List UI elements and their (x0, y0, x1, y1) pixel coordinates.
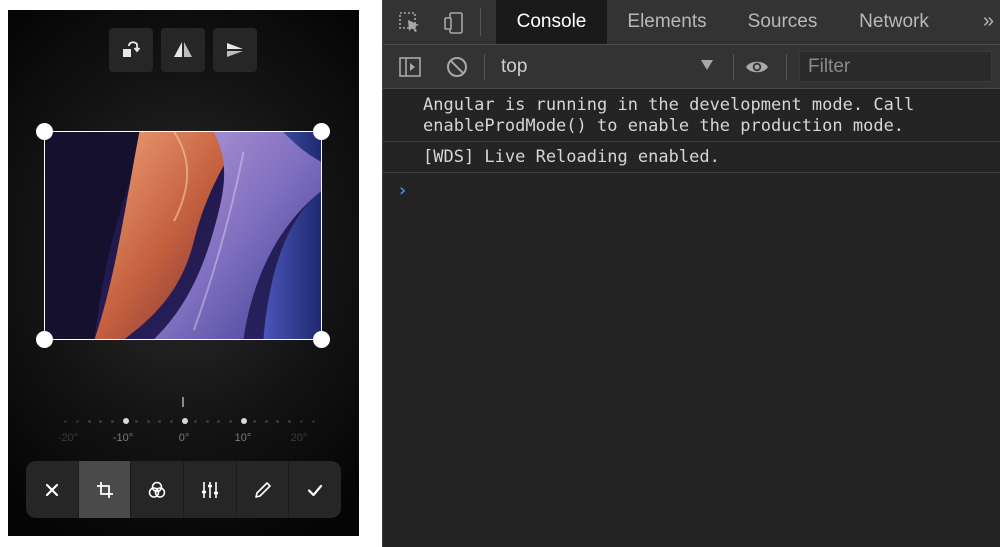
rotation-major-tick (123, 418, 129, 424)
rotation-tick (158, 420, 162, 423)
confirm-button[interactable] (289, 461, 341, 518)
tab-separator (480, 8, 481, 36)
rotation-tick (146, 420, 150, 423)
tab-network[interactable]: Network (838, 0, 950, 44)
devtools-tab-bar: Console Elements Sources Network » (383, 0, 1000, 45)
rotation-label-20: 20° (290, 432, 308, 444)
filters-button[interactable] (131, 461, 185, 518)
flip-vertical-icon (227, 43, 243, 57)
flip-vertical-button[interactable] (213, 28, 257, 72)
rotation-tick (276, 420, 280, 423)
rotation-tick (229, 420, 233, 423)
toolbar-separator (733, 54, 734, 80)
crop-area[interactable] (36, 123, 330, 348)
rotation-tick (193, 420, 197, 423)
rotation-major-tick (182, 418, 188, 424)
rotation-tick (75, 420, 79, 423)
flip-horizontal-button[interactable] (161, 28, 205, 72)
toolbar-separator (484, 54, 485, 80)
rotation-indicator (182, 397, 184, 407)
context-value: top (501, 56, 528, 77)
rotation-labels: -20° -10° 0° 10° 20° (8, 432, 359, 446)
devtools-panel: Console Elements Sources Network » top F… (382, 0, 1000, 547)
crop-image (44, 131, 322, 340)
sliders-icon (201, 481, 218, 498)
show-sidebar-button[interactable] (397, 54, 423, 80)
flip-horizontal-icon (174, 42, 192, 57)
rotate-icon (123, 41, 141, 57)
rotation-tick (170, 420, 174, 423)
console-message: [WDS] Live Reloading enabled. (383, 142, 1000, 173)
draw-button[interactable] (237, 461, 290, 518)
transform-toolbar (109, 28, 257, 72)
cancel-button[interactable] (26, 461, 79, 518)
pencil-icon (254, 481, 271, 498)
device-toolbar-button[interactable] (441, 10, 467, 36)
rotation-label-0: 0° (178, 432, 190, 444)
image-editor: -20° -10° 0° 10° 20° (8, 10, 359, 536)
console-output: Angular is running in the development mo… (383, 89, 1000, 547)
device-mode-icon (444, 12, 463, 34)
rotation-tick (217, 420, 221, 423)
adjustments-button[interactable] (184, 461, 237, 518)
tab-console[interactable]: Console (496, 0, 607, 44)
inspect-element-button[interactable] (397, 10, 423, 36)
live-expression-button[interactable] (744, 54, 770, 80)
rotation-tick (300, 420, 303, 423)
rotation-tick (134, 420, 138, 423)
filter-input[interactable] (799, 51, 992, 82)
context-select[interactable]: top (501, 52, 721, 82)
rotation-tick (64, 420, 67, 423)
crop-tool-button[interactable] (78, 461, 132, 518)
crop-handle-bottom-right[interactable] (313, 331, 330, 348)
toolbar-separator (786, 54, 787, 80)
crop-handle-top-right[interactable] (313, 123, 330, 140)
rotation-tick (252, 420, 256, 423)
rotation-tick (111, 420, 115, 423)
editor-bottom-bar (26, 461, 341, 518)
eye-icon (746, 61, 768, 73)
close-icon (45, 483, 58, 496)
filters-icon (148, 481, 166, 498)
rotation-tick (87, 420, 91, 423)
console-toolbar: top (383, 45, 1000, 89)
rotation-slider[interactable]: -20° -10° 0° 10° 20° (8, 395, 359, 455)
rotation-label-10: 10° (234, 432, 252, 444)
rotation-major-tick (241, 418, 247, 424)
console-prompt[interactable]: › (397, 180, 408, 201)
rotation-tick (311, 420, 315, 423)
block-icon (447, 57, 467, 77)
rotation-tick (99, 420, 103, 423)
rotation-label-minus-10: -10° (112, 432, 134, 444)
crop-handle-bottom-left[interactable] (36, 331, 53, 348)
clear-console-button[interactable] (444, 54, 470, 80)
sidebar-toggle-icon (399, 57, 421, 77)
rotation-tick (205, 420, 209, 423)
console-message: Angular is running in the development mo… (383, 89, 1000, 142)
check-icon (308, 484, 323, 496)
rotation-label-minus-20: -20° (57, 432, 79, 444)
tab-sources[interactable]: Sources (727, 0, 838, 44)
rotation-tick (264, 420, 268, 423)
chevron-down-icon (701, 60, 713, 70)
inspect-cursor-icon (399, 12, 419, 32)
rotation-ticks (8, 418, 359, 425)
more-tabs-button[interactable]: » (983, 10, 994, 33)
rotate-button[interactable] (109, 28, 153, 72)
crop-handle-top-left[interactable] (36, 123, 53, 140)
crop-icon (96, 481, 113, 498)
tab-elements[interactable]: Elements (607, 0, 727, 44)
rotation-tick (288, 420, 292, 423)
